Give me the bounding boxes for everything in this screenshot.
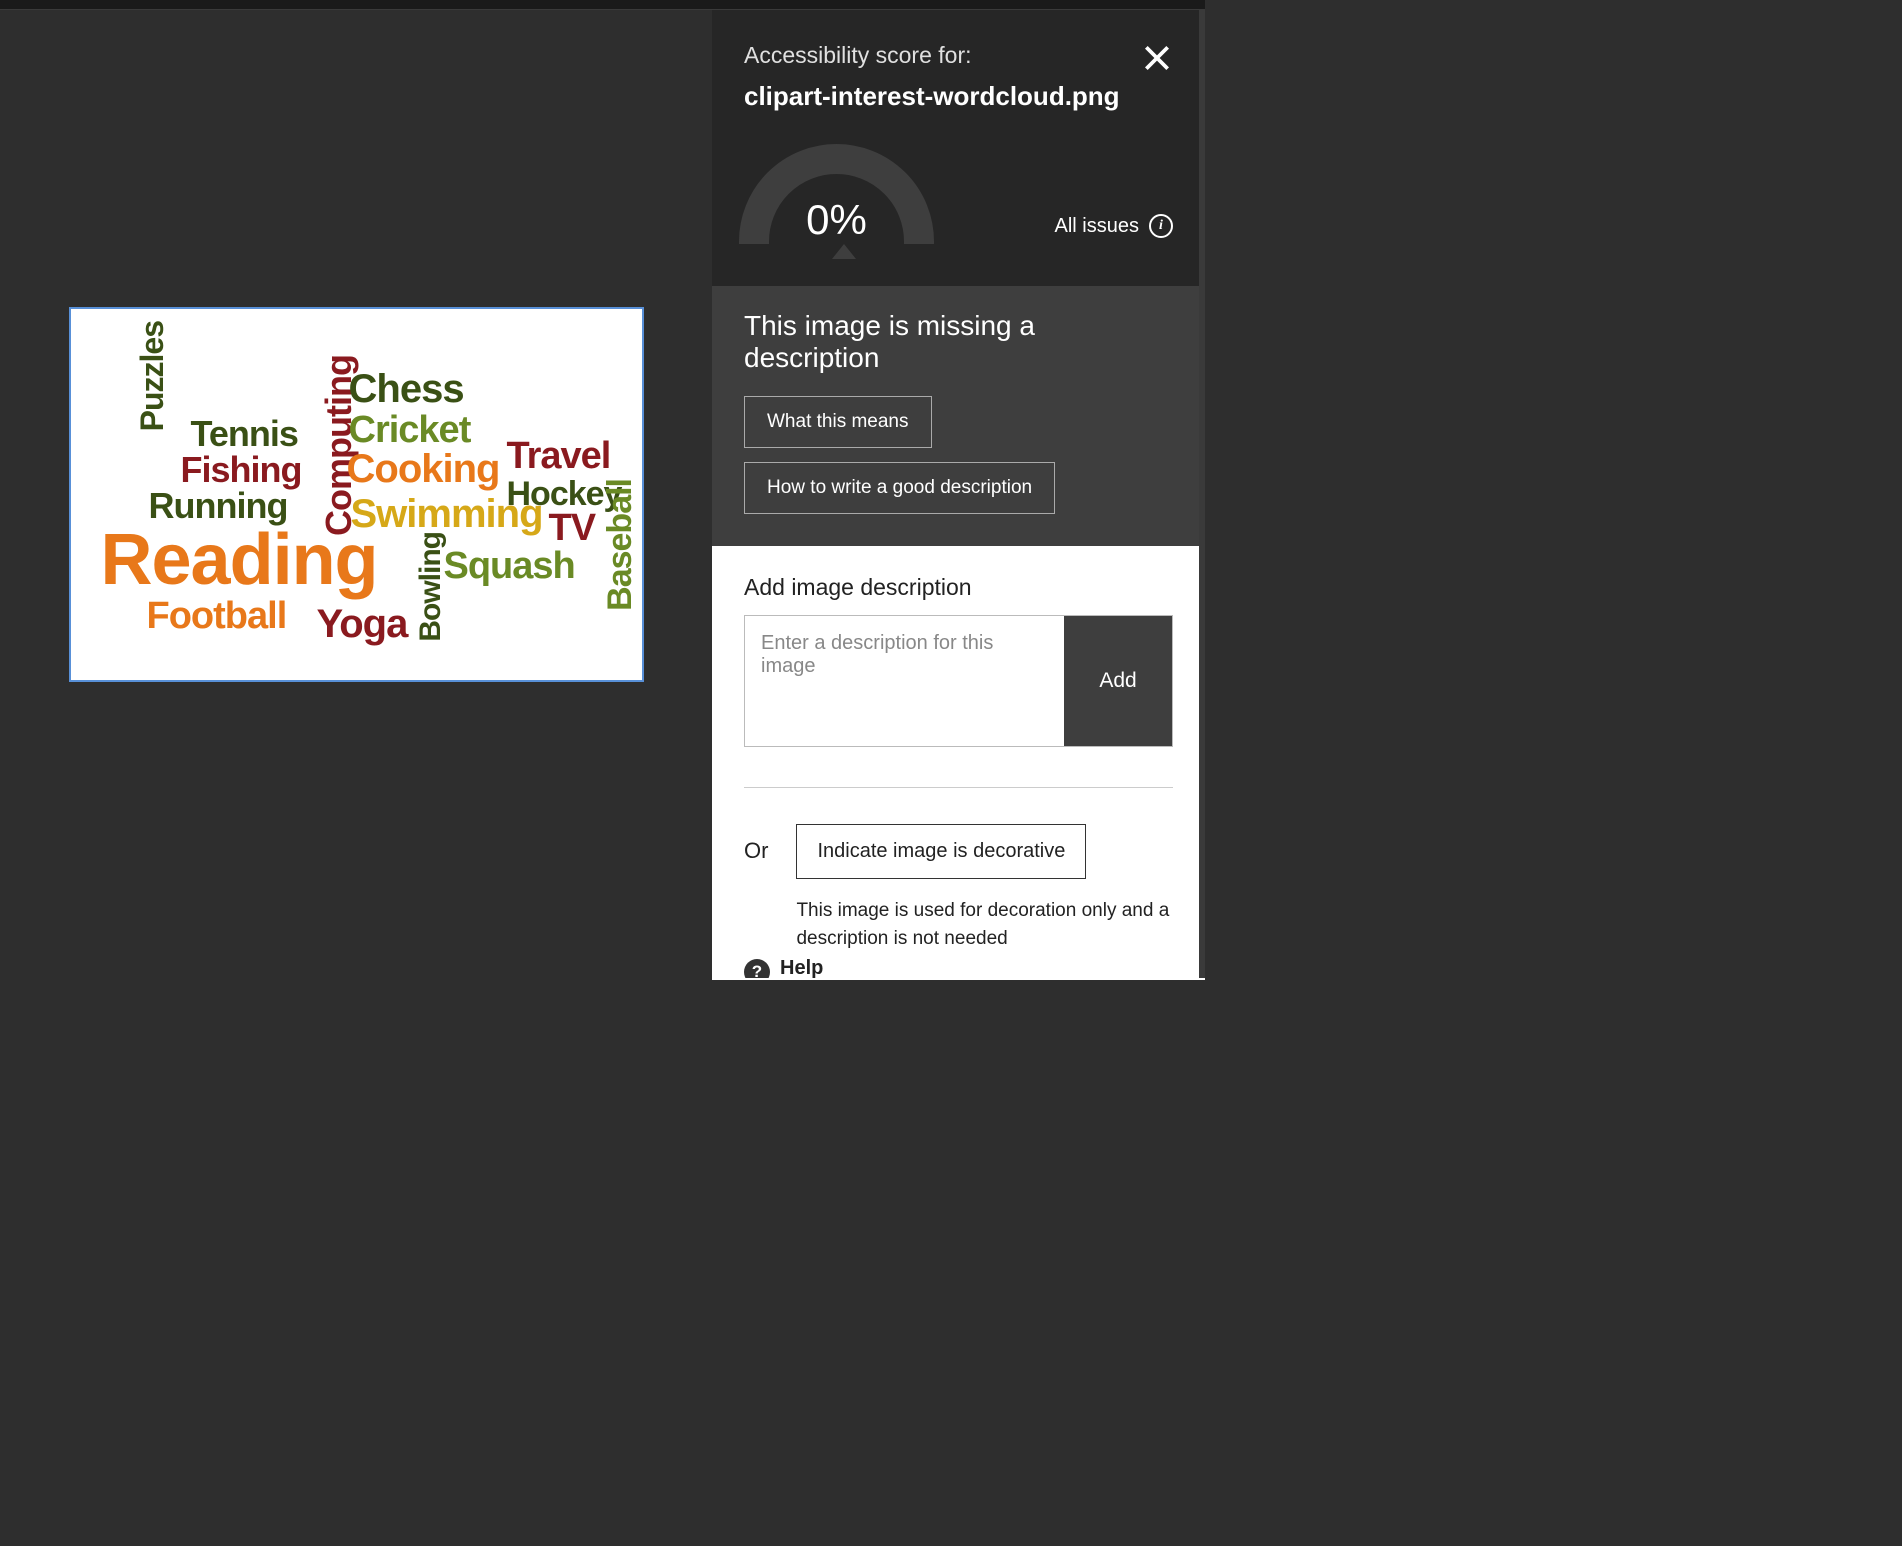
wordcloud-word: Squash (444, 545, 575, 588)
description-label: Add image description (744, 574, 1173, 601)
description-section: Add image description Add Or Indicate im… (712, 546, 1205, 980)
or-row: Or Indicate image is decorative This ima… (744, 824, 1173, 952)
issue-title: This image is missing a description (744, 310, 1173, 374)
accessibility-panel: Accessibility score for: clipart-interes… (712, 10, 1205, 978)
filename: clipart-interest-wordcloud.png (744, 81, 1173, 112)
score-label: Accessibility score for: (744, 42, 1173, 69)
wordcloud-image: PuzzlesComputingChessTennisCricketFishin… (89, 327, 624, 662)
wordcloud-word: Baseball (601, 479, 640, 611)
description-input-row: Add (744, 615, 1173, 747)
main-container: PuzzlesComputingChessTennisCricketFishin… (0, 10, 1205, 978)
panel-header: Accessibility score for: clipart-interes… (712, 10, 1205, 286)
or-label: Or (744, 824, 768, 864)
description-input[interactable] (745, 616, 1064, 746)
wordcloud-word: Bowling (414, 532, 448, 642)
close-icon[interactable] (1141, 42, 1173, 74)
wordcloud-word: Cooking (347, 447, 500, 492)
gauge-pointer (832, 244, 856, 259)
help-row[interactable]: ? Help (712, 958, 1205, 978)
image-frame[interactable]: PuzzlesComputingChessTennisCricketFishin… (69, 307, 644, 682)
gauge-value: 0% (739, 196, 934, 244)
divider (744, 787, 1173, 788)
wordcloud-word: Chess (349, 367, 464, 412)
decorative-column: Indicate image is decorative This image … (796, 824, 1173, 952)
scrollbar[interactable] (1199, 10, 1205, 978)
wordcloud-word: Football (147, 595, 287, 638)
wordcloud-word: Puzzles (134, 321, 171, 431)
indicate-decorative-button[interactable]: Indicate image is decorative (796, 824, 1086, 879)
wordcloud-word: Reading (101, 519, 378, 601)
all-issues-label: All issues (1055, 215, 1139, 238)
how-to-write-button[interactable]: How to write a good description (744, 462, 1055, 514)
add-button[interactable]: Add (1064, 616, 1172, 746)
wordcloud-word: Cricket (349, 409, 471, 452)
wordcloud-word: TV (549, 507, 596, 550)
decorative-hint: This image is used for decoration only a… (796, 897, 1173, 952)
help-icon: ? (744, 959, 770, 978)
issue-section: This image is missing a description What… (712, 286, 1205, 546)
image-viewer: PuzzlesComputingChessTennisCricketFishin… (0, 10, 712, 978)
score-gauge: 0% (739, 144, 934, 244)
wordcloud-word: Travel (507, 435, 611, 478)
help-label: Help (780, 958, 823, 978)
top-bar (0, 0, 1205, 10)
wordcloud-word: Yoga (317, 602, 408, 647)
what-this-means-button[interactable]: What this means (744, 396, 932, 448)
all-issues-link[interactable]: All issues i (1055, 214, 1173, 244)
gauge-row: 0% All issues i (744, 144, 1173, 244)
info-icon: i (1149, 214, 1173, 238)
